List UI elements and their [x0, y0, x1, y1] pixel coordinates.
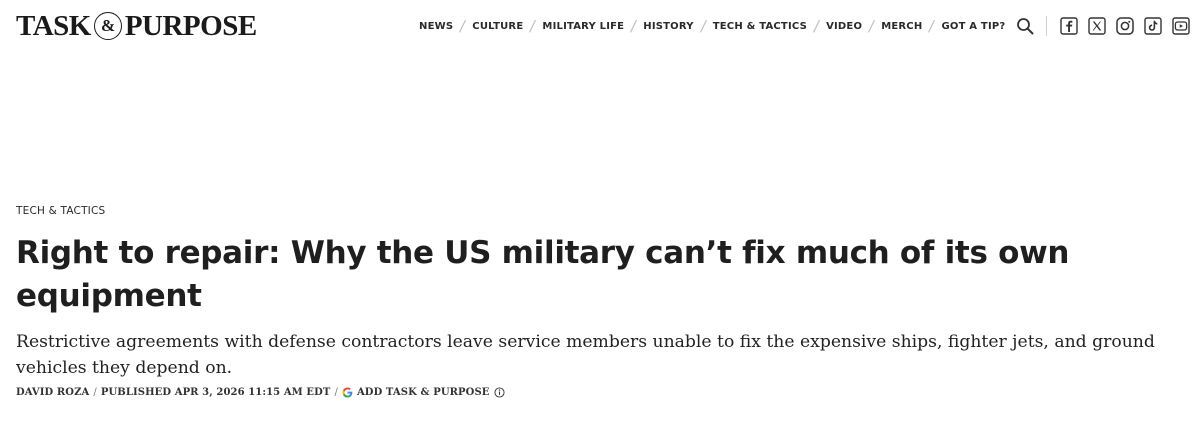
- google-icon: [342, 387, 353, 398]
- article-dek: Restrictive agreements with defense cont…: [16, 332, 1155, 378]
- header-divider: [1046, 16, 1047, 36]
- byline-separator: /: [334, 387, 338, 398]
- article-category[interactable]: TECH & TACTICS: [16, 204, 1192, 218]
- nav-item-culture[interactable]: CULTURE: [465, 21, 530, 32]
- article-header: TECH & TACTICS Right to repair: Why the …: [16, 204, 1192, 398]
- nav-item-history[interactable]: HISTORY: [636, 21, 700, 32]
- x-icon[interactable]: [1088, 17, 1106, 35]
- logo-text-purpose: PURPOSE: [124, 9, 257, 42]
- nav-item-news[interactable]: NEWS: [412, 21, 460, 32]
- search-icon[interactable]: [1016, 17, 1034, 35]
- site-logo[interactable]: TASK & PURPOSE: [16, 9, 257, 42]
- author-link[interactable]: DAVID ROZA: [16, 387, 89, 398]
- tiktok-icon[interactable]: [1144, 17, 1162, 35]
- info-icon[interactable]: [493, 387, 505, 398]
- nav-item-got-a-tip[interactable]: GOT A TIP?: [934, 21, 1012, 32]
- add-source-label: ADD TASK & PURPOSE: [356, 387, 490, 398]
- published-date: PUBLISHED APR 3, 2026 11:15 AM EDT: [100, 387, 331, 398]
- article-headline: Right to repair: Why the US military can…: [16, 235, 1070, 314]
- site-header: TASK & PURPOSE NEWS / CULTURE / MILITARY…: [0, 0, 1200, 54]
- nav-item-military-life[interactable]: MILITARY LIFE: [535, 21, 631, 32]
- article-byline: DAVID ROZA / PUBLISHED APR 3, 2026 11:15…: [16, 387, 1192, 398]
- facebook-icon[interactable]: [1060, 17, 1078, 35]
- youtube-icon[interactable]: [1172, 17, 1190, 35]
- social-links: [1060, 17, 1190, 35]
- add-preferred-source-link[interactable]: ADD TASK & PURPOSE: [342, 387, 505, 398]
- main-nav: NEWS / CULTURE / MILITARY LIFE / HISTORY…: [412, 17, 1012, 35]
- logo-ampersand: &: [93, 12, 122, 40]
- instagram-icon[interactable]: [1116, 17, 1134, 35]
- nav-item-tech-tactics[interactable]: TECH & TACTICS: [706, 21, 814, 32]
- byline-separator: /: [93, 387, 97, 398]
- logo-text-task: TASK: [16, 9, 91, 42]
- nav-item-merch[interactable]: MERCH: [874, 21, 929, 32]
- nav-item-video[interactable]: VIDEO: [819, 21, 869, 32]
